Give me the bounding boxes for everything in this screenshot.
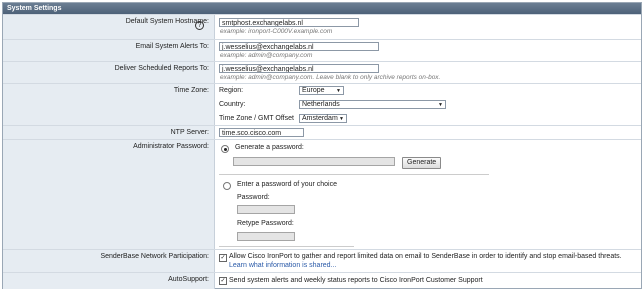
reports-row: Deliver Scheduled Reports To: j.wesseliu… [3,61,641,84]
generate-password-label: Generate a password: [235,144,304,151]
learn-more-link[interactable]: Learn what information is shared... [229,262,336,269]
tz-label: Time Zone / GMT Offset [219,115,294,122]
chevron-down-icon: ▼ [339,116,344,122]
custom-password-label: Enter a password of your choice [237,181,337,188]
system-settings-panel: System Settings Default System Hostname:… [2,2,642,289]
senderbase-label: SenderBase Network Participation: [100,253,209,260]
senderbase-row: SenderBase Network Participation: ✓ Allo… [3,249,641,273]
divider [219,174,489,175]
section-title: System Settings [3,3,641,14]
tz-select[interactable]: Amsterdam ▼ [299,114,347,123]
autosupport-row: AutoSupport: ✓ Send system alerts and we… [3,272,641,289]
autosupport-checkbox[interactable]: ✓ [219,277,227,285]
ntp-input[interactable]: time.sco.cisco.com [219,128,304,137]
retype-password-label: Retype Password: [237,220,294,227]
senderbase-checkbox[interactable]: ✓ [219,254,227,262]
hostname-example: example: ironport-C000V.example.com [220,28,333,35]
reports-example: example: admin@company.com. Leave blank … [220,74,441,81]
autosupport-text: Send system alerts and weekly status rep… [229,277,483,284]
password-label: Password: [237,194,270,201]
hostname-label: Default System Hostname:? [125,18,209,30]
generate-password-radio[interactable] [221,145,229,153]
alerts-label: Email System Alerts To: [135,43,209,50]
timezone-label: Time Zone: [173,87,209,94]
region-label: Region: [219,87,244,94]
alerts-input[interactable]: j.wesselius@exchangelabs.nl [219,42,379,51]
reports-label: Deliver Scheduled Reports To: [114,65,209,72]
ntp-label: NTP Server: [170,129,209,136]
hostname-row: Default System Hostname:? smtphost.excha… [3,14,641,40]
timezone-row: Time Zone: Region: Europe ▼ Country: Neth… [3,83,641,126]
country-label: Country: [219,101,246,108]
hostname-input[interactable]: smtphost.exchangelabs.nl [219,18,359,27]
reports-input[interactable]: j.wesselius@exchangelabs.nl [219,64,379,73]
generate-button[interactable]: Generate [402,157,442,169]
autosupport-label: AutoSupport: [168,276,209,283]
country-select[interactable]: Netherlands ▼ [299,100,446,109]
chevron-down-icon: ▼ [438,102,443,108]
generated-password-field [233,157,395,166]
divider [219,246,354,247]
alerts-example: example: admin@company.com [220,52,313,59]
senderbase-text: Allow Cisco IronPort to gather and repor… [229,253,622,260]
help-icon[interactable]: ? [195,21,204,30]
custom-password-radio[interactable] [223,182,231,190]
admin-password-label: Administrator Password: [133,143,209,150]
password-input[interactable] [237,205,295,214]
ntp-row: NTP Server: time.sco.cisco.com [3,125,641,140]
region-select[interactable]: Europe ▼ [299,86,344,95]
chevron-down-icon: ▼ [336,88,341,94]
admin-password-row: Administrator Password: Generate a passw… [3,139,641,250]
retype-password-input[interactable] [237,232,295,241]
alerts-row: Email System Alerts To: j.wesselius@exch… [3,39,641,62]
